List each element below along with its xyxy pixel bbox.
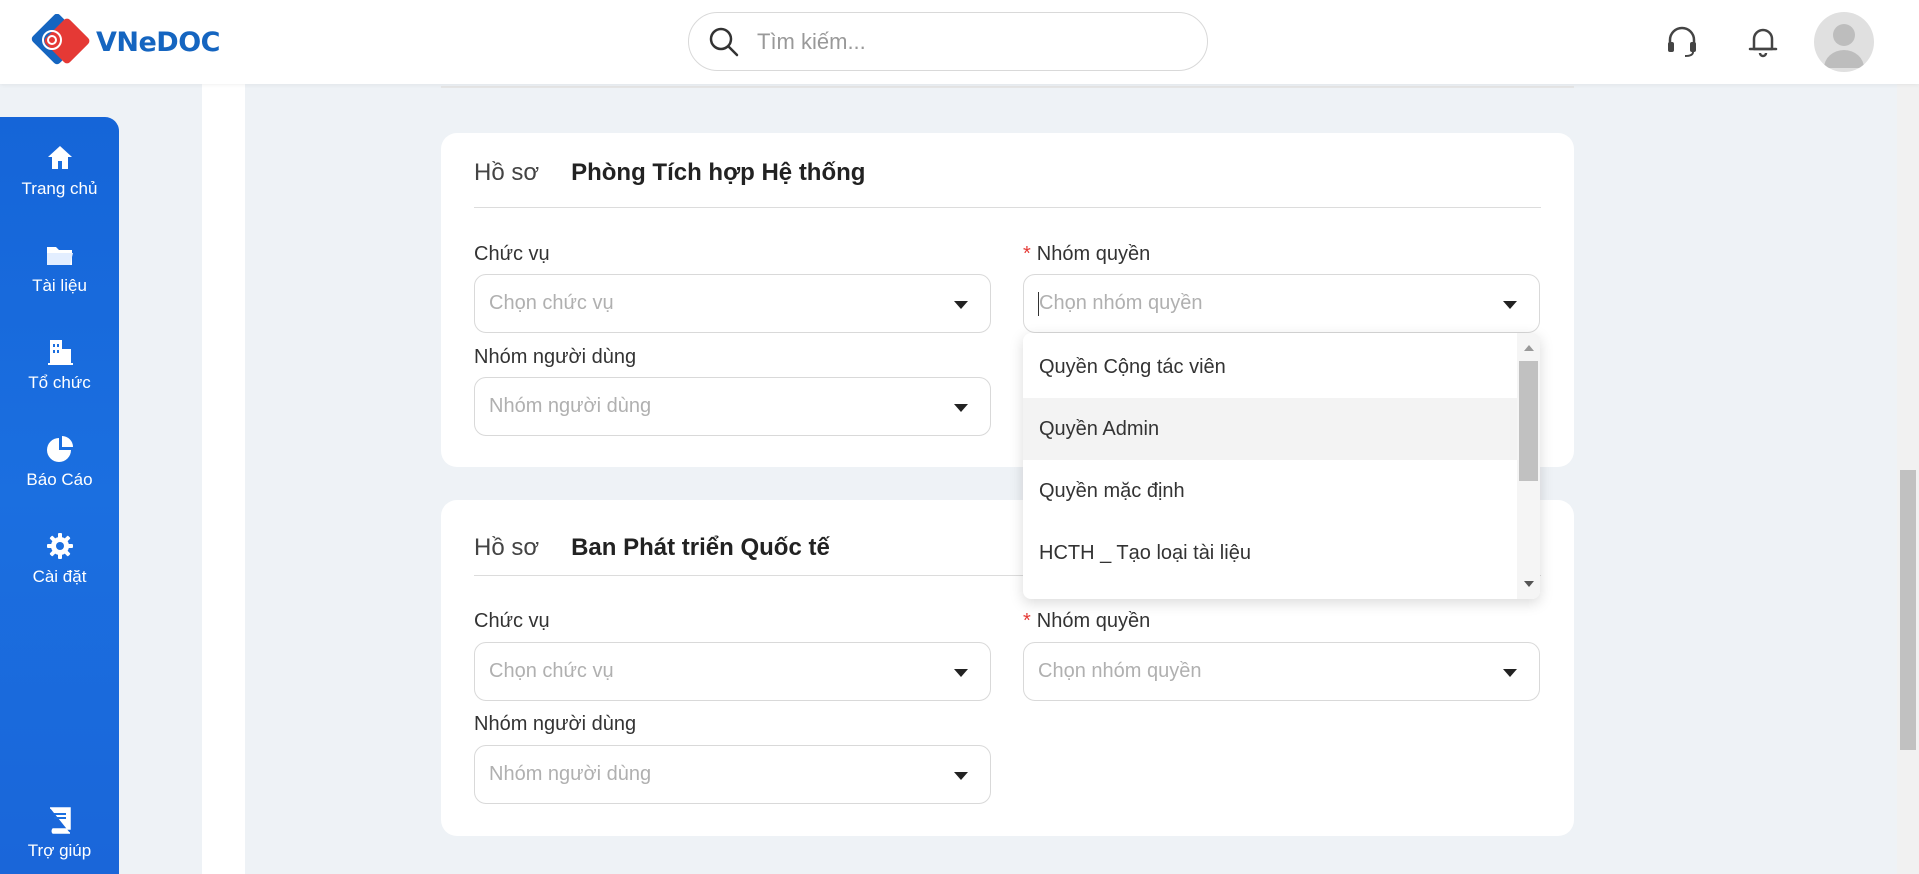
sidebar-item-documents[interactable]: Tài liệu xyxy=(0,240,119,296)
sidebar-item-reports[interactable]: Báo Cáo xyxy=(0,434,119,490)
dropdown-scrollbar[interactable] xyxy=(1517,333,1540,599)
sidebar-item-label: Cài đặt xyxy=(32,567,87,586)
user-group-placeholder: Nhóm người dùng xyxy=(489,395,652,417)
page-scrollbar[interactable] xyxy=(1897,84,1919,874)
role-group-label: * Nhóm quyền xyxy=(1023,610,1150,633)
position-select[interactable]: Chọn chức vụ xyxy=(474,274,991,333)
role-group-label-text: Nhóm quyền xyxy=(1036,610,1151,632)
role-group-label-text: Nhóm quyền xyxy=(1036,243,1151,265)
role-group-dropdown: Quyền Cộng tác viên Quyền Admin Quyền mặ… xyxy=(1023,333,1540,599)
top-divider xyxy=(441,86,1574,88)
scroll-down-arrow-icon[interactable] xyxy=(1524,581,1534,587)
logo-text: VNeDOC xyxy=(96,26,220,58)
search-input[interactable] xyxy=(757,28,1157,55)
card-divider xyxy=(474,207,1541,208)
role-group-select[interactable]: Chọn nhóm quyền xyxy=(1023,642,1540,701)
avatar-user-icon xyxy=(1824,24,1864,68)
sidebar-item-label: Báo Cáo xyxy=(26,470,93,489)
caret-down-icon xyxy=(1503,669,1517,677)
dropdown-option[interactable]: Quyền Admin xyxy=(1023,398,1517,460)
user-group-select[interactable]: Nhóm người dùng xyxy=(474,745,991,804)
role-group-placeholder: Chọn nhóm quyền xyxy=(1039,292,1203,314)
card-prefix: Hồ sơ xyxy=(474,534,540,561)
caret-down-icon xyxy=(954,301,968,309)
search-icon xyxy=(709,27,739,56)
dropdown-option[interactable]: HCTH _ Tạo loại tài liệu xyxy=(1023,522,1517,584)
search-box[interactable] xyxy=(688,12,1208,71)
pie-chart-icon xyxy=(46,436,73,462)
position-placeholder: Chọn chức vụ xyxy=(489,292,614,314)
required-marker: * xyxy=(1023,610,1031,632)
sidebar-item-settings[interactable]: Cài đặt xyxy=(0,531,119,587)
folder-icon xyxy=(46,247,73,265)
top-header: VNeDOC xyxy=(0,0,1919,84)
position-label: Chức vụ xyxy=(474,243,550,265)
scroll-up-arrow-icon[interactable] xyxy=(1524,345,1534,351)
bell-icon[interactable] xyxy=(1744,22,1782,60)
card-header: Hồ sơ Phòng Tích hợp Hệ thống xyxy=(474,159,865,187)
position-placeholder: Chọn chức vụ xyxy=(489,660,614,682)
role-group-select[interactable]: Chọn nhóm quyền xyxy=(1023,274,1540,333)
gear-icon xyxy=(46,533,73,559)
position-select[interactable]: Chọn chức vụ xyxy=(474,642,991,701)
dropdown-option[interactable]: Quyền Cộng tác viên xyxy=(1023,336,1517,398)
user-group-label: Nhóm người dùng xyxy=(474,713,637,735)
card-title: Ban Phát triển Quốc tế xyxy=(571,534,830,561)
sidebar-item-label: Tổ chức xyxy=(28,373,91,392)
logo[interactable]: VNeDOC xyxy=(20,14,220,70)
sidebar-item-label: Tài liệu xyxy=(32,276,87,295)
caret-down-icon xyxy=(954,404,968,412)
sidebar: Trang chủ Tài liệu Tổ chức Báo Cáo Cài đ… xyxy=(0,117,119,874)
page-scroll-thumb[interactable] xyxy=(1900,470,1916,750)
caret-down-icon xyxy=(954,772,968,780)
card-header: Hồ sơ Ban Phát triển Quốc tế xyxy=(474,534,830,562)
sidebar-item-label: Trang chủ xyxy=(21,179,98,198)
card-title: Phòng Tích hợp Hệ thống xyxy=(571,159,866,186)
dropdown-option[interactable]: Quyền mặc định xyxy=(1023,460,1517,522)
caret-down-icon xyxy=(954,669,968,677)
user-group-placeholder: Nhóm người dùng xyxy=(489,763,652,785)
user-group-label: Nhóm người dùng xyxy=(474,346,637,368)
role-group-placeholder: Chọn nhóm quyền xyxy=(1038,660,1202,682)
sidebar-item-home[interactable]: Trang chủ xyxy=(0,143,119,199)
book-icon xyxy=(49,807,71,834)
home-icon xyxy=(47,146,72,169)
user-group-select[interactable]: Nhóm người dùng xyxy=(474,377,991,436)
logo-mark-icon xyxy=(31,14,90,65)
caret-down-icon xyxy=(1503,301,1517,309)
user-avatar[interactable] xyxy=(1814,12,1874,72)
position-label: Chức vụ xyxy=(474,610,550,632)
card-prefix: Hồ sơ xyxy=(474,159,540,186)
role-group-label: * Nhóm quyền xyxy=(1023,243,1150,266)
sidebar-item-help[interactable]: Trợ giúp xyxy=(0,805,119,861)
headset-icon[interactable] xyxy=(1663,22,1701,60)
dropdown-scroll-thumb[interactable] xyxy=(1519,361,1538,481)
building-icon xyxy=(47,340,73,365)
sidebar-item-organization[interactable]: Tổ chức xyxy=(0,337,119,393)
required-marker: * xyxy=(1023,243,1031,265)
sidebar-item-label: Trợ giúp xyxy=(27,841,92,860)
